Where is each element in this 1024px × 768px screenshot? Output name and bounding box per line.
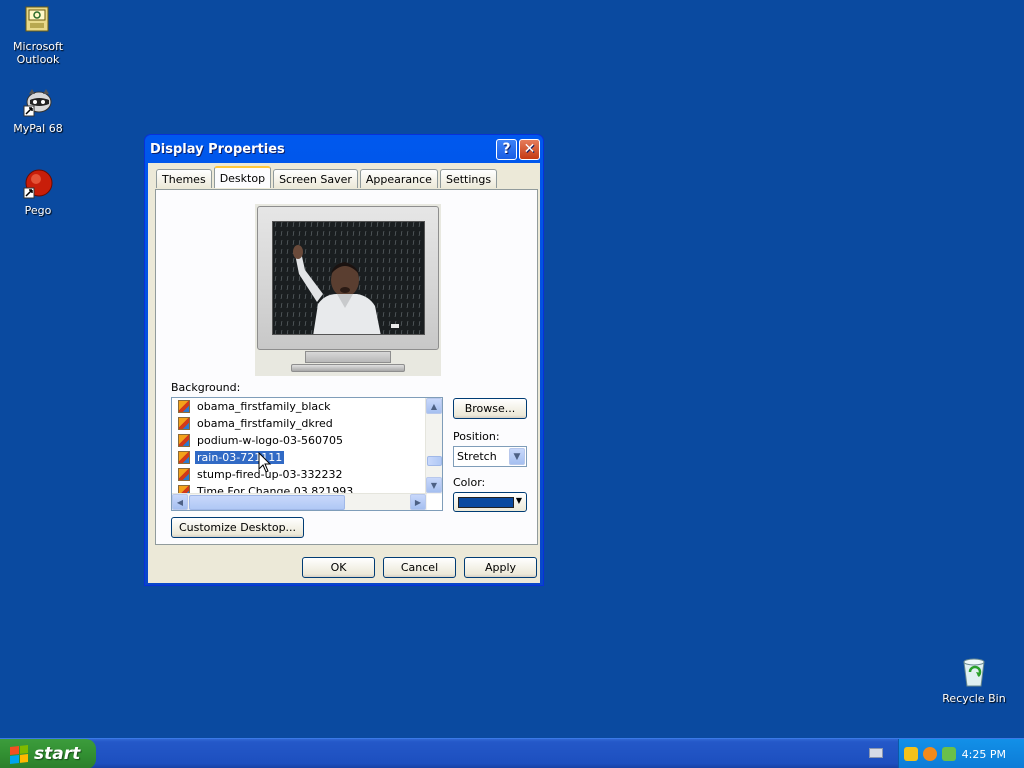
tab-screen-saver[interactable]: Screen Saver [273,169,358,188]
list-item-label: podium-w-logo-03-560705 [197,434,344,447]
desktop-icon-label: MyPal 68 [13,122,63,135]
background-label: Background: [171,381,241,394]
cancel-button[interactable]: Cancel [383,557,456,578]
start-label: start [34,744,81,764]
pego-icon [22,168,54,200]
vertical-scroll-thumb[interactable] [427,456,442,466]
close-button[interactable]: ✕ [519,138,540,160]
recycle-bin-icon [958,656,990,688]
display-properties-window: Display Properties ? ✕ Themes Desktop Sc… [144,134,544,586]
window-client-area: Themes Desktop Screen Saver Appearance S… [148,163,540,583]
desktop-icon-label: Pego [24,204,52,217]
position-value: Stretch [457,450,497,463]
network-icon[interactable] [942,747,956,761]
list-item-selected[interactable]: rain-03-721111 [172,449,425,466]
mypal-raccoon-icon [22,86,54,118]
browse-button[interactable]: Browse... [453,398,527,419]
search-icon[interactable] [923,747,937,761]
desktop-icon-outlook[interactable]: Microsoft Outlook [0,4,76,66]
tab-settings[interactable]: Settings [439,169,498,188]
help-icon: ? [502,141,511,157]
mouse-cursor-icon [258,451,272,474]
desktop-icon-label: Recycle Bin [942,692,1006,705]
windows-logo-icon [10,744,28,764]
color-label: Color: [453,476,486,489]
security-shield-icon[interactable] [904,747,918,761]
close-icon: ✕ [523,141,536,157]
arrow-up-icon: ▲ [430,401,438,411]
tab-desktop[interactable]: Desktop [213,166,272,188]
image-file-icon [178,434,190,447]
scroll-up-button[interactable]: ▲ [426,398,442,414]
customize-desktop-button[interactable]: Customize Desktop... [171,517,304,538]
help-button[interactable]: ? [496,138,517,160]
chevron-down-icon[interactable]: ▼ [509,448,525,465]
wallpaper-preview-image [272,221,425,335]
desktop-icon-recycle-bin[interactable]: Recycle Bin [936,656,1012,705]
monitor-frame [257,206,439,350]
color-swatch [458,497,514,508]
monitor-stand [291,364,405,372]
image-file-icon [178,400,190,413]
dropdown-arrow-icon: ▼ [515,496,522,505]
vertical-scrollbar[interactable]: ▲ ▼ [425,398,442,494]
desktop-icon-label: Microsoft [12,40,64,53]
background-list-items: obama_firstfamily_black obama_firstfamil… [172,398,425,500]
taskbar: start 4:25 PM [0,738,1024,768]
desktop-tab-panel: Background: obama_firstfamily_black obam… [155,189,538,545]
color-picker-button[interactable]: ▼ [453,492,527,512]
tab-appearance[interactable]: Appearance [359,169,438,188]
monitor-base [305,351,391,363]
list-item[interactable]: obama_firstfamily_black [172,398,425,415]
title-bar[interactable]: Display Properties ? ✕ [148,135,540,163]
tab-strip: Themes Desktop Screen Saver Appearance S… [156,166,499,188]
arrow-down-icon: ▼ [430,480,438,490]
image-file-icon [178,468,190,481]
list-item[interactable]: podium-w-logo-03-560705 [172,432,425,449]
monitor-preview [255,204,441,376]
clock[interactable]: 4:25 PM [962,748,1006,761]
arrow-right-icon: ▶ [414,497,422,507]
keyboard-icon[interactable] [869,748,883,758]
apply-button[interactable]: Apply [464,557,537,578]
desktop-icon-mypal[interactable]: MyPal 68 [0,86,76,135]
list-item[interactable]: stump-fired-up-03-332232 [172,466,425,483]
window-title: Display Properties [150,141,285,157]
scroll-right-button[interactable]: ▶ [410,494,426,510]
desktop-icon-pego[interactable]: Pego [0,168,76,217]
list-item-label: obama_firstfamily_dkred [197,417,333,430]
system-tray: 4:25 PM [898,739,1024,768]
scroll-left-button[interactable]: ◀ [172,494,188,510]
position-label: Position: [453,430,500,443]
outlook-icon [22,4,54,36]
ok-button[interactable]: OK [302,557,375,578]
image-file-icon [178,417,190,430]
tab-themes[interactable]: Themes [156,169,212,188]
horizontal-scroll-thumb[interactable] [189,495,345,510]
image-file-icon [178,451,190,464]
start-button[interactable]: start [0,739,96,768]
background-listbox[interactable]: obama_firstfamily_black obama_firstfamil… [171,397,443,511]
arrow-left-icon: ◀ [176,497,184,507]
position-select[interactable]: Stretch ▼ [453,446,527,467]
scroll-down-button[interactable]: ▼ [426,477,442,493]
list-item-label: obama_firstfamily_black [197,400,331,413]
list-item[interactable]: obama_firstfamily_dkred [172,415,425,432]
desktop-icon-label: Outlook [16,53,60,66]
horizontal-scrollbar[interactable]: ◀ ▶ [172,493,427,510]
